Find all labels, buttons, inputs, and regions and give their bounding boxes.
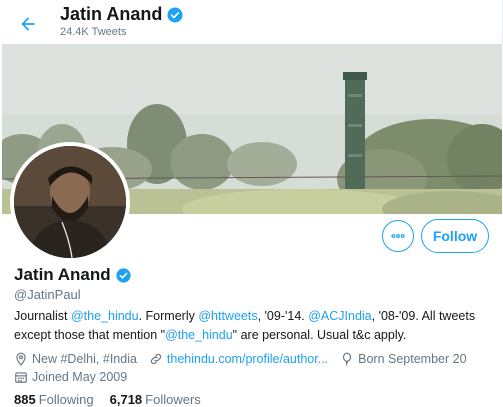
profile-header-bar: Jatin Anand 24.4K Tweets — [0, 0, 503, 44]
website-link[interactable]: thehindu.com/profile/author... — [167, 352, 328, 366]
more-options-button[interactable] — [382, 220, 414, 252]
avatar-photo — [14, 146, 126, 258]
follow-button[interactable]: Follow — [421, 219, 489, 253]
profile-bio: Journalist @the_hindu. Formerly @httweet… — [14, 307, 492, 345]
verified-badge-icon — [167, 7, 183, 22]
birthday-text: Born September 20 — [358, 352, 467, 366]
profile-name: Jatin Anand — [14, 265, 111, 284]
balloon-icon — [343, 352, 352, 366]
bio-mention-link[interactable]: @httweets — [198, 309, 257, 323]
follow-stats: 885 Following 6,718 Followers — [14, 392, 201, 407]
followers-label: Followers — [145, 392, 201, 407]
profile-handle: @JatinPaul — [14, 287, 81, 302]
back-button[interactable] — [12, 8, 44, 40]
location-pin-icon — [16, 352, 26, 366]
location-item: New #Delhi, #India — [14, 352, 137, 366]
arrow-left-icon — [21, 17, 35, 31]
verified-badge-icon — [116, 267, 131, 283]
bio-mention-link[interactable]: @the_hindu — [165, 328, 233, 342]
following-link[interactable]: 885 Following — [14, 392, 94, 407]
followers-link[interactable]: 6,718 Followers — [110, 392, 201, 407]
following-count: 885 — [14, 392, 36, 407]
profile-avatar[interactable] — [10, 142, 130, 262]
bio-mention-link[interactable]: @ACJIndia — [308, 309, 371, 323]
website-item[interactable]: thehindu.com/profile/author... — [149, 352, 328, 366]
more-dots-icon — [391, 234, 405, 238]
bio-text: , '09-'14. — [257, 309, 309, 323]
bio-mention-link[interactable]: @the_hindu — [71, 309, 139, 323]
location-text: New #Delhi, #India — [32, 352, 137, 366]
header-name-row: Jatin Anand — [60, 4, 184, 25]
joined-item: Joined May 2009 — [14, 370, 127, 384]
profile-meta: New #Delhi, #India thehindu.com/profile/… — [14, 350, 500, 368]
header-name: Jatin Anand — [60, 4, 163, 24]
joined-text: Joined May 2009 — [32, 370, 128, 384]
birthday-item: Born September 20 — [340, 352, 467, 366]
calendar-icon — [15, 372, 27, 383]
profile-meta-joined: Joined May 2009 — [14, 368, 139, 386]
bio-text: Journalist — [14, 309, 71, 323]
header-tweet-count: 24.4K Tweets — [60, 26, 127, 38]
profile-name-row: Jatin Anand — [14, 265, 132, 285]
following-label: Following — [38, 392, 94, 407]
bio-text: . Formerly — [138, 309, 199, 323]
link-icon — [150, 353, 162, 365]
followers-count: 6,718 — [109, 392, 143, 407]
bio-text: " are personal. Usual t&c apply. — [232, 328, 407, 342]
